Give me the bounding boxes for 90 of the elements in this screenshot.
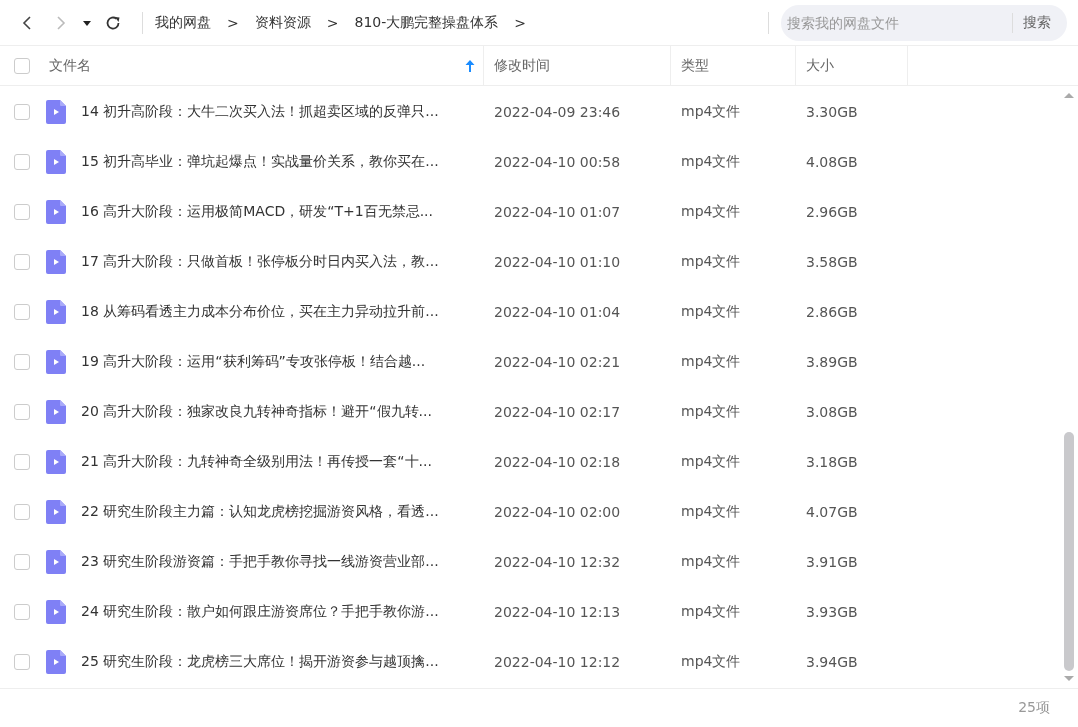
- column-header[interactable]: 大小: [796, 45, 908, 86]
- file-name[interactable]: 14 初升高阶段：大牛二次买入法！抓超卖区域的反弹只...: [81, 103, 484, 121]
- breadcrumb-separator: >: [326, 14, 339, 31]
- file-type: mp4文件: [680, 453, 742, 471]
- video-file-icon: [46, 400, 66, 424]
- video-file-icon: [46, 300, 66, 324]
- video-file-icon: [46, 550, 66, 574]
- file-size: 3.89GB: [805, 354, 859, 370]
- file-name[interactable]: 16 高升大阶段：运用极简MACD，研发“T+1百无禁忌...: [81, 203, 484, 221]
- select-all-checkbox[interactable]: [14, 57, 30, 74]
- row-checkbox[interactable]: [14, 304, 30, 320]
- file-size: 3.91GB: [805, 554, 859, 570]
- modified-time: 2022-04-10 00:58: [493, 154, 622, 170]
- breadcrumb-separator: >: [514, 14, 526, 31]
- file-type: mp4文件: [680, 603, 742, 621]
- item-count: 25项: [1018, 699, 1050, 717]
- row-checkbox[interactable]: [14, 154, 30, 170]
- file-type: mp4文件: [680, 253, 742, 271]
- video-file-icon: [46, 150, 66, 174]
- breadcrumb-link[interactable]: 我的网盘: [155, 13, 211, 32]
- search-field[interactable]: 搜索我的网盘文件 搜索: [781, 4, 1067, 41]
- row-checkbox[interactable]: [14, 204, 30, 220]
- modified-time: 2022-04-09 23:46: [493, 104, 622, 120]
- row-checkbox[interactable]: [14, 604, 30, 620]
- scroll-up-icon[interactable]: [1063, 92, 1075, 100]
- file-type: mp4文件: [680, 303, 742, 321]
- breadcrumb-link[interactable]: 资料资源: [254, 13, 311, 32]
- file-size: 3.94GB: [805, 654, 859, 670]
- modified-time: 2022-04-10 12:32: [493, 554, 622, 570]
- file-name[interactable]: 23 研究生阶段游资篇：手把手教你寻找一线游资营业部...: [81, 553, 484, 571]
- file-name[interactable]: 24 研究生阶段：散户如何跟庄游资席位？手把手教你游...: [81, 603, 484, 621]
- row-checkbox[interactable]: [14, 254, 30, 270]
- file-size: 3.58GB: [805, 254, 859, 270]
- column-header[interactable]: 修改时间: [484, 45, 671, 86]
- modified-time: 2022-04-10 01:04: [493, 304, 622, 320]
- modified-time: 2022-04-10 02:00: [493, 504, 622, 520]
- breadcrumb-separator: >: [227, 14, 239, 31]
- file-name[interactable]: 22 研究生阶段主力篇：认知龙虎榜挖掘游资风格，看透...: [81, 503, 484, 521]
- row-checkbox[interactable]: [14, 354, 30, 370]
- video-file-icon: [46, 100, 66, 124]
- file-name[interactable]: 15 初升高毕业：弹坑起爆点！实战量价关系，教你买在...: [81, 153, 484, 171]
- scroll-down-icon[interactable]: [1063, 674, 1075, 682]
- row-checkbox[interactable]: [14, 654, 30, 670]
- file-type: mp4文件: [680, 503, 742, 521]
- file-size: 2.96GB: [805, 204, 859, 220]
- file-size: 4.08GB: [805, 154, 859, 170]
- modified-time: 2022-04-10 02:21: [493, 354, 622, 370]
- modified-time: 2022-04-10 02:17: [493, 404, 622, 420]
- video-file-icon: [46, 250, 66, 274]
- video-file-icon: [46, 650, 66, 674]
- file-size: 3.93GB: [805, 604, 859, 620]
- video-file-icon: [46, 200, 66, 224]
- file-type: mp4文件: [680, 653, 742, 671]
- file-name[interactable]: 18 从筹码看透主力成本分布价位，买在主力异动拉升前...: [81, 303, 484, 321]
- row-checkbox[interactable]: [14, 454, 30, 470]
- row-checkbox[interactable]: [14, 554, 30, 570]
- caret-icon: [82, 18, 92, 27]
- file-type: mp4文件: [680, 103, 742, 121]
- scrollbar-thumb[interactable]: [1064, 432, 1074, 671]
- modified-time: 2022-04-10 01:10: [493, 254, 622, 270]
- modified-time: 2022-04-10 02:18: [493, 454, 622, 470]
- modified-time: 2022-04-10 01:07: [493, 204, 622, 220]
- file-name[interactable]: 19 高升大阶段：运用“获利筹码”专攻张停板！结合越...: [81, 353, 484, 371]
- breadcrumb-link[interactable]: 810-大鹏完整操盘体系: [354, 13, 499, 32]
- file-size: 3.18GB: [805, 454, 859, 470]
- column-header[interactable]: 类型: [671, 45, 796, 86]
- row-checkbox[interactable]: [14, 404, 30, 420]
- video-file-icon: [46, 600, 66, 624]
- file-type: mp4文件: [680, 153, 742, 171]
- video-file-icon: [46, 500, 66, 524]
- file-name[interactable]: 21 高升大阶段：九转神奇全级别用法！再传授一套“十...: [81, 453, 484, 471]
- file-type: mp4文件: [680, 353, 742, 371]
- file-type: mp4文件: [680, 203, 742, 221]
- search-button[interactable]: 搜索: [1013, 13, 1061, 32]
- file-name[interactable]: 25 研究生阶段：龙虎榜三大席位！揭开游资参与越顶擒...: [81, 653, 484, 671]
- column-header[interactable]: 文件名: [44, 45, 484, 86]
- file-size: 3.08GB: [805, 404, 859, 420]
- row-checkbox[interactable]: [14, 504, 30, 520]
- file-type: mp4文件: [680, 553, 742, 571]
- video-file-icon: [46, 350, 66, 374]
- file-type: mp4文件: [680, 403, 742, 421]
- file-name[interactable]: 17 高升大阶段：只做首板！张停板分时日内买入法，教...: [81, 253, 484, 271]
- row-checkbox[interactable]: [14, 104, 30, 120]
- modified-time: 2022-04-10 12:13: [493, 604, 622, 620]
- modified-time: 2022-04-10 12:12: [493, 654, 622, 670]
- file-size: 3.30GB: [805, 104, 859, 120]
- file-size: 4.07GB: [805, 504, 859, 520]
- file-size: 2.86GB: [805, 304, 859, 320]
- video-file-icon: [46, 450, 66, 474]
- file-name[interactable]: 20 高升大阶段：独家改良九转神奇指标！避开“假九转...: [81, 403, 484, 421]
